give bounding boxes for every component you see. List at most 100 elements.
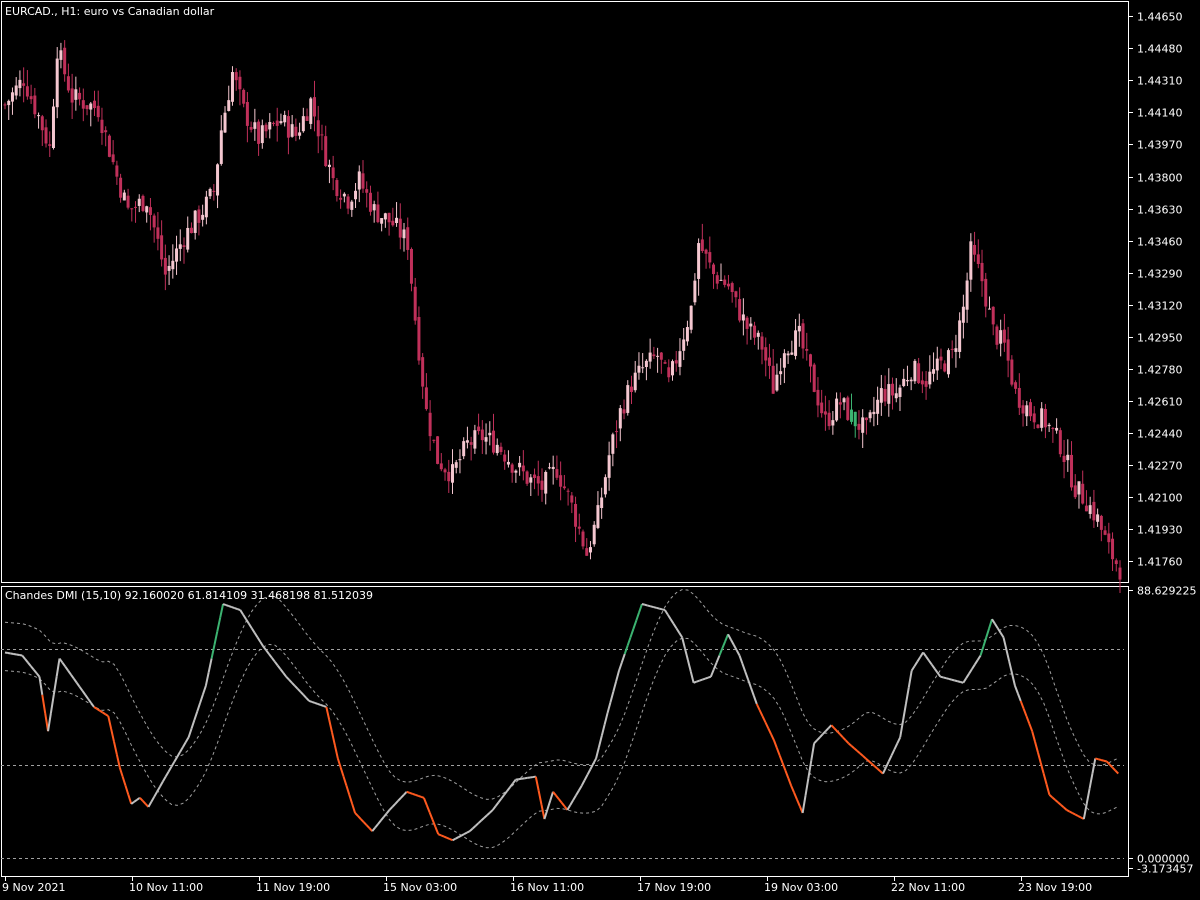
- dmi-line-segment: [715, 655, 721, 663]
- candle-body: [973, 244, 977, 255]
- candle-body: [984, 278, 988, 307]
- candle-body: [741, 314, 745, 321]
- candle-body: [74, 89, 78, 100]
- dmi-line-segment: [904, 687, 910, 705]
- price-tick-label: 1.43460: [1137, 236, 1183, 249]
- dmi-line-segment: [758, 709, 764, 717]
- dmi-line-segment: [1008, 661, 1014, 674]
- dmi-line-segment: [420, 795, 425, 799]
- candle-body: [1088, 505, 1092, 514]
- candle-body: [78, 92, 82, 100]
- candle-body: [734, 291, 738, 298]
- dmi-line-segment: [781, 762, 787, 771]
- dmi-line-segment: [552, 791, 557, 797]
- dmi-line-segment: [738, 655, 744, 664]
- dmi-line-segment: [472, 825, 477, 830]
- dmi-line-segment: [1097, 758, 1102, 761]
- dmi-line-segment: [30, 665, 35, 671]
- candle-body: [488, 432, 492, 436]
- candle-body: [186, 227, 190, 250]
- candle-body: [271, 122, 275, 124]
- dmi-lower-band: [4, 637, 1119, 849]
- candle-body: [331, 167, 335, 179]
- candle-body: [424, 387, 428, 410]
- candle-body: [380, 218, 384, 224]
- dmi-line-segment: [500, 794, 506, 800]
- dmi-line-segment: [896, 736, 902, 744]
- candle-body: [715, 275, 719, 284]
- dmi-line-segment: [84, 694, 90, 700]
- dmi-line-segment: [644, 603, 648, 607]
- dmi-line-segment: [256, 636, 262, 643]
- candle-body: [208, 188, 212, 197]
- dmi-line-segment: [850, 745, 855, 750]
- dmi-line-segment: [586, 768, 592, 776]
- dmi-line-segment: [761, 715, 767, 723]
- dmi-line-segment: [173, 756, 179, 763]
- candle-body: [648, 352, 652, 362]
- dmi-upper-band: [4, 589, 1119, 800]
- dmi-line-segment: [400, 794, 405, 799]
- dmi-line-segment: [1108, 763, 1114, 769]
- dmi-line-segment: [333, 745, 339, 759]
- dmi-line-segment: [164, 771, 170, 778]
- dmi-line-segment: [810, 743, 816, 761]
- dmi-line-segment: [449, 838, 453, 842]
- candle-body: [1066, 454, 1070, 461]
- candle-body: [111, 154, 115, 163]
- candle-body: [872, 411, 876, 415]
- dmi-line-segment: [744, 671, 750, 681]
- candle-body: [1058, 430, 1062, 455]
- dmi-line-segment: [830, 724, 835, 729]
- dmi-line-segment: [455, 836, 459, 840]
- candle-body: [585, 548, 589, 556]
- dmi-line-segment: [417, 794, 422, 798]
- candle-body: [600, 497, 604, 509]
- dmi-line-segment: [844, 739, 850, 745]
- candle-body: [671, 361, 675, 376]
- candle-body: [395, 217, 399, 224]
- candle-body: [313, 97, 317, 117]
- candle-body: [309, 98, 313, 124]
- dmi-line-segment: [1034, 741, 1039, 753]
- candle-body: [439, 463, 443, 470]
- candle-body: [141, 195, 145, 211]
- candle-body: [391, 220, 395, 226]
- dmi-line-segment: [385, 809, 391, 815]
- dmi-line-segment: [428, 811, 434, 820]
- dmi-line-segment: [933, 668, 939, 674]
- dmi-line-segment: [589, 763, 595, 770]
- dmi-line-segment: [661, 608, 666, 612]
- candle-body: [581, 531, 585, 547]
- candle-body: [286, 116, 290, 138]
- candle-body: [1051, 427, 1055, 429]
- candle-body: [22, 83, 26, 86]
- dmi-line-segment: [890, 748, 896, 756]
- candle-body: [368, 192, 372, 212]
- dmi-line-segment: [403, 791, 408, 796]
- dmi-line-segment: [503, 790, 508, 796]
- dmi-line-segment: [833, 727, 838, 732]
- candle-body: [514, 470, 518, 473]
- candle-body: [342, 193, 346, 197]
- candle-body: [473, 430, 477, 449]
- candle-body: [428, 412, 432, 437]
- candle-body: [70, 88, 74, 103]
- candle-body: [260, 125, 264, 144]
- candle-body: [275, 120, 279, 126]
- dmi-line-segment: [1031, 730, 1037, 743]
- price-chart[interactable]: 1.44650 1.44480 1.44310 1.44140 1.43970 1.438…: [0, 0, 1200, 900]
- candle-body: [436, 436, 440, 464]
- dmi-line-segment: [770, 733, 775, 741]
- candle-body: [85, 105, 89, 110]
- dmi-line-segment: [730, 639, 735, 646]
- candle-body: [745, 317, 749, 329]
- dmi-line-segment: [696, 679, 700, 683]
- candle-body: [775, 374, 779, 391]
- candle-body: [383, 213, 387, 220]
- price-tick-label: 1.43970: [1137, 139, 1183, 152]
- candle-body: [354, 190, 358, 200]
- candle-body: [417, 316, 421, 361]
- candle-body: [63, 47, 67, 75]
- candle-body: [413, 286, 417, 321]
